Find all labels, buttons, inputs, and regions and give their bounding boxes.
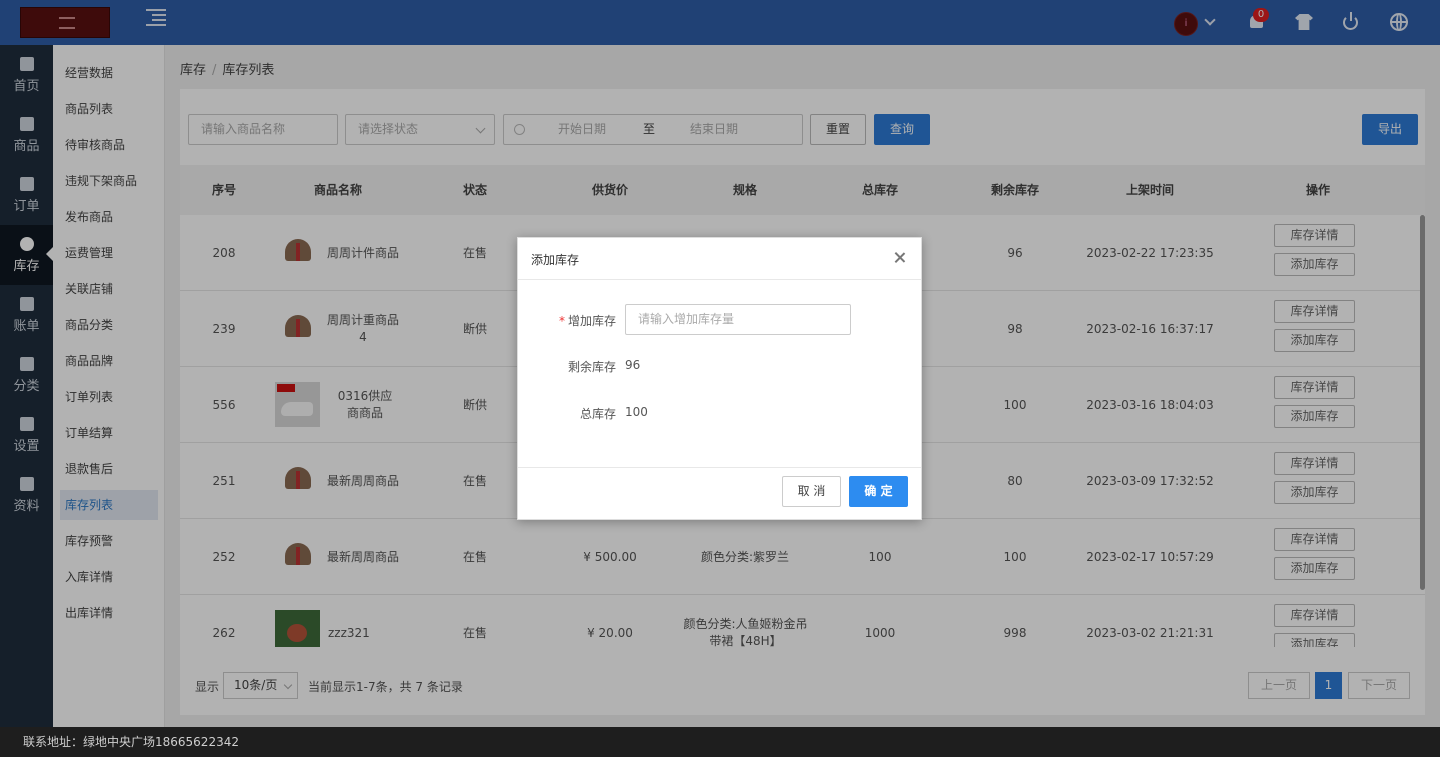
- add-stock-label: * 增加库存: [518, 312, 616, 329]
- modal-title: 添加库存: [531, 253, 580, 267]
- confirm-button[interactable]: 确 定: [849, 476, 908, 507]
- modal-footer: 取 消 确 定: [518, 467, 921, 519]
- remaining-stock-value: 96: [625, 358, 641, 372]
- modal-header: 添加库存: [518, 238, 921, 280]
- footer: 联系地址：绿地中央广场18665622342: [0, 727, 1440, 757]
- footer-contact: 联系地址：绿地中央广场18665622342: [23, 735, 239, 749]
- total-stock-label: 总库存: [579, 407, 616, 421]
- add-stock-label-text: 增加库存: [567, 314, 616, 328]
- add-stock-input[interactable]: 请输入增加库存量: [625, 304, 851, 335]
- add-stock-modal: 添加库存 * 增加库存 请输入增加库存量 剩余库存 96 总库存 100 取 消 …: [517, 237, 922, 520]
- remaining-stock-label: 剩余库存: [567, 360, 616, 374]
- total-stock-value: 100: [625, 405, 648, 419]
- required-mark-icon: *: [558, 314, 565, 328]
- cancel-button[interactable]: 取 消: [782, 476, 841, 507]
- close-icon[interactable]: [892, 250, 908, 266]
